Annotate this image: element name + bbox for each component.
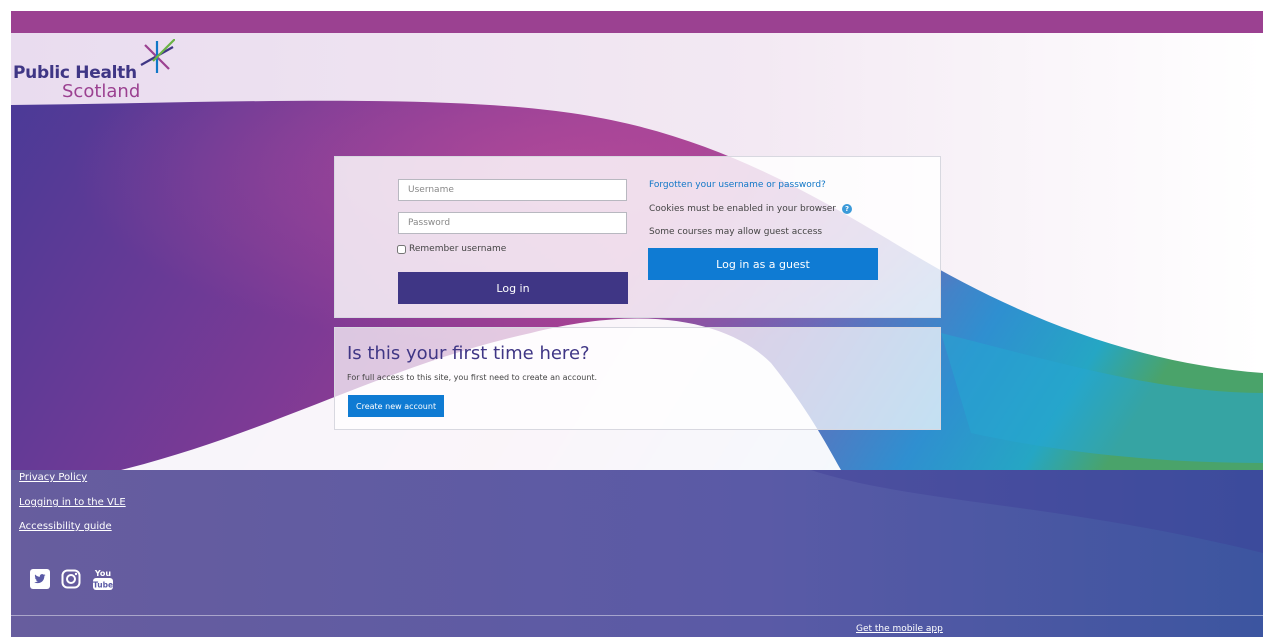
svg-text:Tube: Tube [93,581,113,590]
twitter-icon[interactable] [30,569,50,589]
mobile-app-link[interactable]: Get the mobile app [856,624,943,634]
create-account-button[interactable]: Create new account [348,395,445,417]
username-input[interactable] [398,179,627,201]
signup-description: For full access to this site, you first … [347,373,598,382]
cookies-notice: Cookies must be enabled in your browser … [649,204,853,214]
logo-text-primary: Public Health [13,63,137,83]
remember-label: Remember username [409,244,507,254]
footer-divider [11,615,1263,616]
logo[interactable]: Public Health Scotland [13,39,175,105]
youtube-icon[interactable]: You Tube [92,567,114,591]
top-bar [11,11,1263,33]
login-button[interactable]: Log in [398,272,628,304]
guest-login-button[interactable]: Log in as a guest [648,248,878,280]
guest-note: Some courses may allow guest access [649,227,823,237]
help-icon[interactable]: ? [842,204,853,214]
svg-text:You: You [94,569,112,578]
password-input[interactable] [398,212,627,234]
logo-text-secondary: Scotland [62,81,141,102]
logging-in-vle-link[interactable]: Logging in to the VLE [19,497,126,508]
remember-username[interactable]: Remember username [397,244,506,254]
accessibility-guide-link[interactable]: Accessibility guide [19,521,112,532]
logo-star-icon [140,39,175,73]
remember-checkbox[interactable] [397,244,406,254]
page-frame: Public Health Scotland Remember username… [11,11,1263,637]
signup-title: Is this your first time here? [347,343,590,364]
instagram-icon[interactable] [61,569,81,589]
forgot-password-link[interactable]: Forgotten your username or password? [649,180,826,190]
privacy-policy-link[interactable]: Privacy Policy [19,472,87,483]
login-card: Remember username Log in Forgotten your … [334,156,941,318]
signup-card: Is this your first time here? For full a… [334,327,941,430]
cookies-text: Cookies must be enabled in your browser [649,204,837,214]
